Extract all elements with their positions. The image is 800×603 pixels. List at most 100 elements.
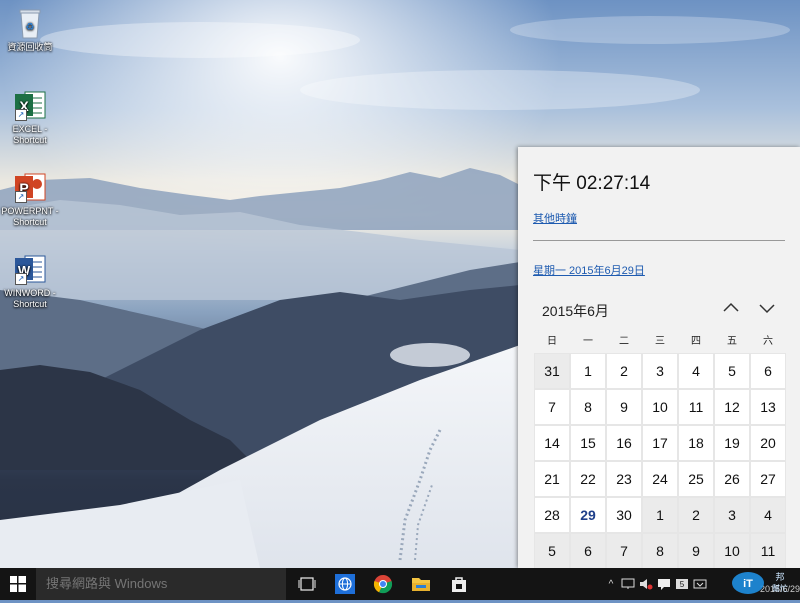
calendar-day[interactable]: 28 <box>534 497 570 533</box>
store-bag-icon <box>452 577 466 592</box>
desktop-icon-label: POWERPNT - Shortcut <box>1 206 59 227</box>
calendar-day[interactable]: 8 <box>642 533 678 569</box>
calendar-day[interactable]: 22 <box>570 461 606 497</box>
calendar-day[interactable]: 31 <box>534 353 570 389</box>
shortcut-arrow-icon: ↗ <box>15 191 27 203</box>
weekday-label: 六 <box>763 336 773 347</box>
calendar-day[interactable]: 8 <box>570 389 606 425</box>
calendar-day[interactable]: 21 <box>534 461 570 497</box>
shortcut-arrow-icon: ↗ <box>15 273 27 285</box>
calendar-day[interactable]: 20 <box>750 425 786 461</box>
calendar-day[interactable]: 16 <box>606 425 642 461</box>
speaker-muted-icon <box>640 579 653 590</box>
powerpoint-icon: P ↗ <box>13 170 47 204</box>
windows-logo-icon <box>10 576 26 592</box>
calendar-day[interactable]: 27 <box>750 461 786 497</box>
calendar-day[interactable]: 17 <box>642 425 678 461</box>
next-month-button[interactable] <box>756 297 778 319</box>
browser-globe-icon <box>335 574 355 594</box>
taskbar: ^ 5 2015/6/29 <box>0 568 800 600</box>
full-date-link[interactable]: 星期一 2015年6月29日 <box>533 262 645 278</box>
calendar-day[interactable]: 2 <box>606 353 642 389</box>
calendar-day[interactable]: 24 <box>642 461 678 497</box>
calendar-day[interactable]: 4 <box>678 353 714 389</box>
start-button[interactable] <box>0 568 36 600</box>
calendar-day[interactable]: 30 <box>606 497 642 533</box>
calendar-day[interactable]: 5 <box>534 533 570 569</box>
calendar-day[interactable]: 9 <box>606 389 642 425</box>
calendar-day[interactable]: 11 <box>678 389 714 425</box>
itbang-watermark-logo: iT 邦 幫忙 <box>730 568 800 598</box>
previous-month-button[interactable] <box>720 297 742 319</box>
calendar-day[interactable]: 5 <box>714 353 750 389</box>
desktop-icon-label: EXCEL - Shortcut <box>12 124 48 145</box>
calendar-day[interactable]: 13 <box>750 389 786 425</box>
taskbar-app-ie[interactable] <box>328 568 362 600</box>
calendar-day[interactable]: 7 <box>606 533 642 569</box>
task-view-icon <box>298 577 316 591</box>
calendar-day[interactable]: 26 <box>714 461 750 497</box>
desktop-icon-recycle-bin[interactable]: ♻ 資源回收筒 <box>0 6 60 53</box>
shortcut-arrow-icon: ↗ <box>15 109 27 121</box>
calendar-day[interactable]: 12 <box>714 389 750 425</box>
chevron-up-icon: ^ <box>608 578 614 590</box>
calendar-day[interactable]: 18 <box>678 425 714 461</box>
folder-icon <box>412 578 430 591</box>
calendar-day[interactable]: 11 <box>750 533 786 569</box>
svg-text:邦: 邦 <box>775 571 784 582</box>
calendar-day[interactable]: 7 <box>534 389 570 425</box>
keyboard-button[interactable] <box>692 568 708 600</box>
calendar-day[interactable]: 6 <box>570 533 606 569</box>
svg-text:幫忙: 幫忙 <box>772 583 788 593</box>
search-input[interactable] <box>36 568 286 600</box>
calendar-day[interactable]: 9 <box>678 533 714 569</box>
calendar-month-label[interactable]: 2015年6月 <box>542 301 609 321</box>
calendar-day[interactable]: 1 <box>642 497 678 533</box>
excel-icon: X ↗ <box>13 88 47 122</box>
desktop-icon-word[interactable]: W ↗ WINWORD - Shortcut <box>0 252 60 310</box>
weekday-label: 二 <box>619 336 629 347</box>
calendar-day[interactable]: 19 <box>714 425 750 461</box>
calendar-day[interactable]: 4 <box>750 497 786 533</box>
divider <box>533 240 785 241</box>
calendar-day-today[interactable]: 29 <box>570 497 606 533</box>
taskbar-app-store[interactable] <box>442 568 476 600</box>
network-icon <box>621 578 635 589</box>
calendar-day[interactable]: 15 <box>570 425 606 461</box>
show-hidden-icons-button[interactable]: ^ <box>604 568 618 600</box>
calendar-day-grid: 31 1 2 3 4 5 6 7 8 9 10 11 12 13 14 15 1… <box>534 353 786 569</box>
chrome-icon <box>373 575 393 594</box>
word-icon: W ↗ <box>13 252 47 286</box>
calendar-day[interactable]: 10 <box>714 533 750 569</box>
notification-icon <box>658 579 670 590</box>
weekday-label: 一 <box>583 336 593 347</box>
weekday-label: 五 <box>727 336 737 347</box>
chevron-down-icon <box>759 304 775 314</box>
calendar-day[interactable]: 3 <box>642 353 678 389</box>
calendar-day[interactable]: 10 <box>642 389 678 425</box>
recycle-bin-icon: ♻ <box>13 6 47 40</box>
task-view-button[interactable] <box>290 568 324 600</box>
desktop-icon-powerpoint[interactable]: P ↗ POWERPNT - Shortcut <box>0 170 60 228</box>
calendar-day[interactable]: 2 <box>678 497 714 533</box>
calendar-day[interactable]: 14 <box>534 425 570 461</box>
calendar-day[interactable]: 25 <box>678 461 714 497</box>
input-method-icon: 5 <box>676 579 688 589</box>
calendar-day[interactable]: 6 <box>750 353 786 389</box>
calendar-day[interactable]: 23 <box>606 461 642 497</box>
calendar-day[interactable]: 1 <box>570 353 606 389</box>
svg-text:iT: iT <box>743 578 753 590</box>
weekday-label: 四 <box>691 336 701 347</box>
calendar-day[interactable]: 3 <box>714 497 750 533</box>
taskbar-app-chrome[interactable] <box>366 568 400 600</box>
action-center-button[interactable] <box>656 568 672 600</box>
taskbar-app-file-explorer[interactable] <box>404 568 438 600</box>
input-method-button[interactable]: 5 <box>674 568 690 600</box>
chevron-up-icon <box>723 302 739 312</box>
desktop-icon-excel[interactable]: X ↗ EXCEL - Shortcut <box>0 88 60 146</box>
volume-button[interactable] <box>638 568 654 600</box>
desktop-icon-label: WINWORD - Shortcut <box>4 288 56 309</box>
other-clocks-link[interactable]: 其他時鐘 <box>533 210 577 226</box>
network-button[interactable] <box>620 568 636 600</box>
weekday-label: 三 <box>655 336 665 347</box>
